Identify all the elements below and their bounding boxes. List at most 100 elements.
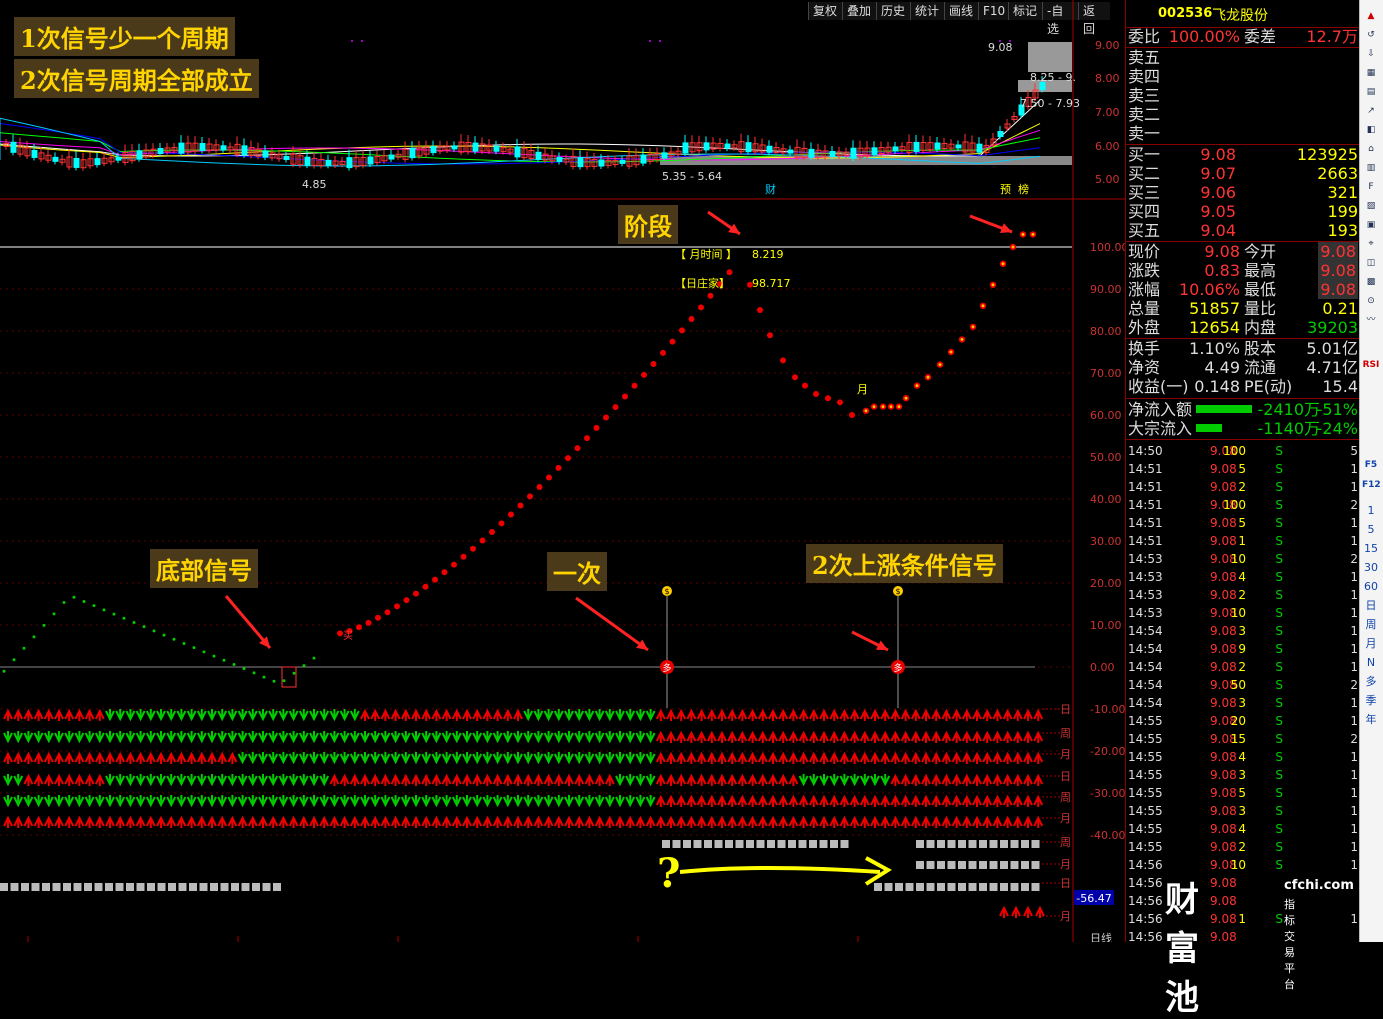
- sidebar-icon[interactable]: ⇩: [1362, 46, 1380, 62]
- sidebar-period-1[interactable]: 5: [1362, 522, 1380, 538]
- info-row: 换手 1.10% 股本 5.01亿: [1126, 339, 1360, 358]
- up-arrow: [921, 794, 931, 807]
- tick-count: 1: [1350, 840, 1358, 854]
- sidebar-icon[interactable]: ◫: [1362, 255, 1380, 271]
- sidebar-icon[interactable]: ▩: [1362, 274, 1380, 290]
- sidebar-icon[interactable]: ▥: [1362, 160, 1380, 176]
- up-arrow: [717, 773, 727, 786]
- down-arrow: [502, 752, 513, 765]
- quote-panel: 002536 飞龙股份 委比 100.00% 委差 12.7万 卖五 卖四 卖三 卖二 卖一 买一…: [1125, 0, 1360, 944]
- up-arrow: [421, 708, 432, 721]
- candle: [262, 150, 269, 158]
- sidebar-icon[interactable]: ▣: [1362, 217, 1380, 233]
- row-label: 日: [1060, 703, 1071, 716]
- tick-time: 14:56: [1128, 858, 1163, 872]
- sidebar-period-7[interactable]: 月: [1362, 636, 1380, 652]
- down-arrow: [84, 795, 95, 808]
- sidebar-icon[interactable]: 〰: [1362, 312, 1380, 328]
- up-arrow: [931, 708, 942, 721]
- up-arrow: [900, 773, 911, 786]
- up-arrow: [594, 815, 605, 828]
- gray-block: [73, 883, 82, 891]
- up-arrow: [798, 815, 809, 828]
- tick-count: 2: [1350, 678, 1358, 692]
- sidebar-icon-rsi[interactable]: RSI: [1362, 357, 1380, 373]
- candle: [73, 157, 80, 168]
- tick-row: 14:55 9.08 20 S 1: [1126, 712, 1360, 730]
- sidebar-icon[interactable]: ▦: [1362, 65, 1380, 81]
- down-arrow: [268, 752, 279, 765]
- up-arrow: [951, 708, 962, 721]
- sidebar-icon-f5[interactable]: F5: [1362, 457, 1380, 473]
- gray-block: [756, 840, 765, 848]
- ind-axis-tick: 50.00: [1090, 451, 1122, 464]
- sidebar-period-5[interactable]: 日: [1362, 598, 1380, 614]
- sidebar-icon[interactable]: ▤: [1362, 84, 1380, 100]
- up-arrow: [819, 751, 829, 764]
- sidebar-icon[interactable]: ▲: [1362, 8, 1380, 24]
- annotation-question: ?: [657, 850, 681, 897]
- gray-block: [874, 883, 882, 891]
- up-arrow: [737, 815, 748, 828]
- up-arrow: [360, 708, 370, 721]
- sidebar-period-11[interactable]: 年: [1362, 712, 1380, 728]
- sidebar-period-2[interactable]: 15: [1362, 541, 1380, 557]
- info-label2: PE(动): [1244, 377, 1293, 396]
- down-arrow: [502, 795, 513, 808]
- down-arrow: [604, 795, 615, 808]
- up-arrow: [676, 751, 687, 764]
- up-arrow: [900, 751, 911, 764]
- up-arrow: [1002, 730, 1013, 743]
- curve-dot: [252, 671, 256, 675]
- down-arrow: [635, 752, 646, 765]
- down-arrow: [247, 752, 258, 765]
- sidebar-icon[interactable]: ▨: [1362, 198, 1380, 214]
- down-arrow: [145, 774, 156, 787]
- sidebar-icon[interactable]: ↗: [1362, 103, 1380, 119]
- quote-row: 涨跌 0.83 最高 9.08: [1126, 261, 1360, 280]
- up-arrow: [870, 708, 880, 721]
- candle: [787, 149, 794, 154]
- sidebar-icon[interactable]: ⌖: [1362, 236, 1380, 252]
- gray-block: [105, 883, 113, 891]
- up-arrow: [757, 815, 768, 828]
- gray-block: [979, 883, 987, 891]
- down-arrow: [268, 795, 279, 808]
- bottom-value: -56.47: [1076, 892, 1111, 905]
- down-arrow: [84, 731, 95, 744]
- sidebar-period-4[interactable]: 60: [1362, 579, 1380, 595]
- down-arrow: [482, 731, 493, 744]
- up-arrow: [931, 815, 942, 828]
- down-arrow: [360, 752, 370, 765]
- quote-label2: 今开: [1244, 242, 1277, 261]
- sidebar-period-3[interactable]: 30: [1362, 560, 1380, 576]
- up-arrow: [737, 773, 748, 786]
- down-arrow: [635, 731, 646, 744]
- tick-count: 2: [1350, 552, 1358, 566]
- sidebar-icon[interactable]: ↺: [1362, 27, 1380, 43]
- sidebar-period-0[interactable]: 1: [1362, 503, 1380, 519]
- up-arrow: [686, 708, 697, 721]
- sidebar-icon[interactable]: F: [1362, 179, 1380, 195]
- up-arrow: [778, 773, 789, 786]
- sidebar-icon[interactable]: ⌂: [1362, 141, 1380, 157]
- up-arrow: [217, 751, 228, 764]
- sidebar-icon-f12[interactable]: F12: [1362, 477, 1381, 493]
- chart-area[interactable]: 复权 叠加 历史 统计 画线 F10 标记 -自选 返回 9.00 8.00 7.00 6.00 5.0…: [0, 0, 1354, 1018]
- down-arrow: [523, 795, 534, 808]
- curve-dot: [593, 424, 600, 431]
- down-arrow: [176, 795, 187, 808]
- curve-dot: [152, 629, 156, 633]
- sidebar-icon[interactable]: ◧: [1362, 122, 1380, 138]
- sidebar-icon[interactable]: ⊙: [1362, 293, 1380, 309]
- down-arrow: [237, 709, 248, 722]
- stock-header[interactable]: 002536 飞龙股份: [1126, 0, 1360, 28]
- up-arrow: [145, 751, 156, 764]
- sidebar-period-6[interactable]: 周: [1362, 617, 1380, 633]
- ask-row: 卖五: [1126, 48, 1360, 67]
- sidebar-period-10[interactable]: 季: [1362, 693, 1380, 709]
- sidebar-period-8[interactable]: N: [1362, 655, 1380, 671]
- price-label-bang: 榜: [1018, 182, 1029, 196]
- sidebar-period-9[interactable]: 多: [1362, 674, 1380, 690]
- up-arrow: [43, 708, 54, 721]
